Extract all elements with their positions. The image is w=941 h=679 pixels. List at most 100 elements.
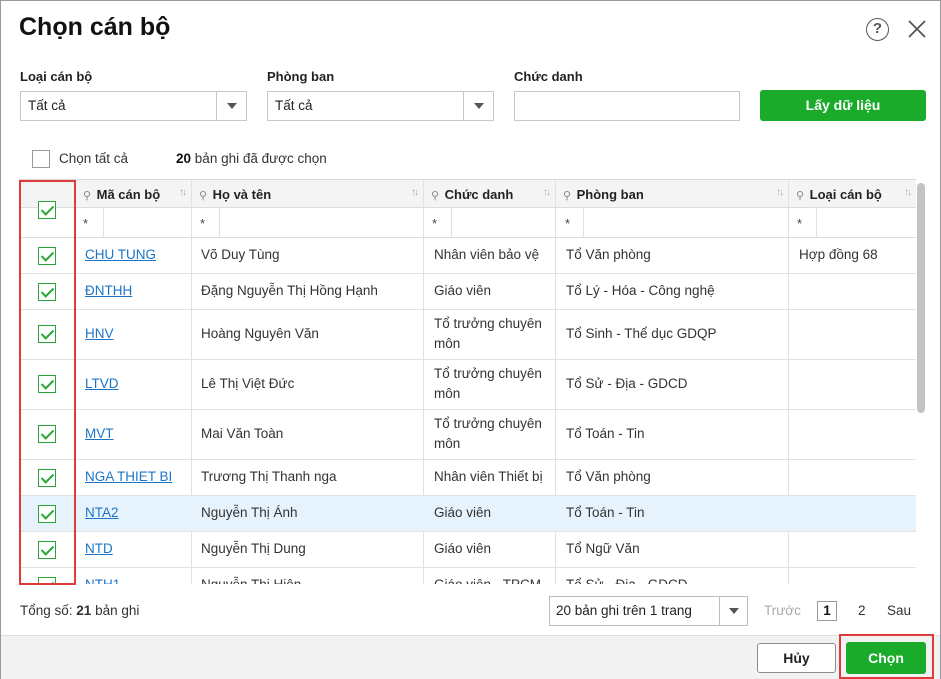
- page-1-button[interactable]: 1: [817, 601, 837, 621]
- col-header-ho-va-ten[interactable]: ⚲ Họ và tên ↑↓: [191, 180, 423, 208]
- staff-code-link[interactable]: MVT: [85, 424, 114, 444]
- table-row[interactable]: HNV Hoàng Nguyên Văn Tổ trưởng chuyên mô…: [19, 310, 916, 360]
- col-header-chuc-danh[interactable]: ⚲ Chức danh ↑↓: [423, 180, 555, 208]
- col-label: Phòng ban: [576, 187, 644, 202]
- pin-icon[interactable]: ⚲: [796, 189, 806, 202]
- table-row[interactable]: MVT Mai Văn Toàn Tổ trưởng chuyên môn Tổ…: [19, 410, 916, 460]
- staff-dept: Tổ Văn phòng: [566, 247, 651, 262]
- pin-icon[interactable]: ⚲: [431, 189, 441, 202]
- page-size-value: 20 bản ghi trên 1 trang: [556, 603, 692, 618]
- staff-title: Nhân viên Thiết bị: [434, 469, 543, 484]
- staff-name: Nguyễn Thị Dung: [201, 541, 306, 556]
- sort-icon[interactable]: ↑↓: [179, 187, 187, 198]
- staff-code-link[interactable]: NTA2: [85, 503, 119, 523]
- col-header-ma-can-bo[interactable]: ⚲ Mã cán bộ ↑↓: [75, 180, 191, 208]
- sort-icon[interactable]: ↑↓: [776, 187, 784, 198]
- filter-ho-va-ten[interactable]: *: [200, 216, 205, 231]
- filter-ma-can-bo[interactable]: *: [83, 216, 88, 231]
- filter-label-phong-ban: Phòng ban: [267, 69, 335, 84]
- staff-dept: Tổ Lý - Hóa - Công nghệ: [566, 283, 715, 298]
- staff-dept: Tổ Sinh - Thể dục GDQP: [566, 326, 717, 341]
- fetch-data-button[interactable]: Lấy dữ liệu: [760, 90, 926, 121]
- chevron-down-icon[interactable]: [719, 597, 747, 625]
- staff-name: Đặng Nguyễn Thị Hồng Hạnh: [201, 283, 378, 298]
- table-row[interactable]: LTVD Lê Thị Việt Đức Tổ trưởng chuyên mô…: [19, 360, 916, 410]
- staff-title: Giáo viên - TPCM: [434, 575, 541, 584]
- col-header-loai-can-bo[interactable]: ⚲ Loại cán bộ ↑↓: [788, 180, 916, 208]
- sort-icon[interactable]: ↑↓: [543, 187, 551, 198]
- grid-filter-row: [19, 208, 916, 238]
- staff-code-link[interactable]: HNV: [85, 324, 114, 344]
- chuc-danh-input[interactable]: [514, 91, 740, 121]
- filter-chuc-danh[interactable]: *: [432, 216, 437, 231]
- total-prefix: Tổng số:: [20, 603, 73, 618]
- staff-code-link[interactable]: NTH1: [85, 575, 120, 584]
- staff-title: Giáo viên: [434, 505, 492, 520]
- table-row[interactable]: NTD Nguyễn Thị Dung Giáo viên Tổ Ngữ Văn: [19, 532, 916, 568]
- phong-ban-value: Tất cả: [275, 98, 313, 113]
- staff-name: Võ Duy Tùng: [201, 247, 280, 262]
- staff-grid: ⚲ Mã cán bộ ↑↓ ⚲ Họ và tên ↑↓ ⚲ Chức dan…: [19, 179, 916, 584]
- pin-icon[interactable]: ⚲: [563, 189, 573, 202]
- staff-code-link[interactable]: NGA THIET BI: [85, 467, 172, 487]
- sort-icon[interactable]: ↑↓: [904, 187, 912, 198]
- staff-dept: Tổ Toán - Tin: [566, 505, 645, 520]
- select-all-label: Chọn tất cả: [59, 151, 129, 166]
- sort-icon[interactable]: ↑↓: [411, 187, 419, 198]
- staff-code-link[interactable]: ĐNTHH: [85, 281, 132, 301]
- prev-page-link[interactable]: Trước: [764, 603, 801, 618]
- staff-code-link[interactable]: CHU TUNG: [85, 245, 156, 265]
- staff-code-link[interactable]: NTD: [85, 539, 113, 559]
- staff-dept: Tổ Văn phòng: [566, 469, 651, 484]
- table-row[interactable]: CHU TUNG Võ Duy Tùng Nhân viên bảo vệ Tổ…: [19, 238, 916, 274]
- total-count: 21: [76, 603, 92, 618]
- close-icon[interactable]: [907, 19, 927, 39]
- page-size-select[interactable]: 20 bản ghi trên 1 trang: [549, 596, 748, 626]
- pin-icon[interactable]: ⚲: [199, 189, 209, 202]
- cancel-button[interactable]: Hủy: [757, 643, 836, 673]
- staff-dept: Tổ Ngữ Văn: [566, 541, 640, 556]
- staff-name: Mai Văn Toàn: [201, 426, 284, 441]
- staff-name: Trương Thị Thanh nga: [201, 469, 337, 484]
- col-label: Họ và tên: [212, 187, 272, 202]
- table-row[interactable]: ĐNTHH Đặng Nguyễn Thị Hồng Hạnh Giáo viê…: [19, 274, 916, 310]
- staff-code-link[interactable]: LTVD: [85, 374, 119, 394]
- pin-icon[interactable]: ⚲: [83, 189, 93, 202]
- staff-title: Nhân viên bảo vệ: [434, 247, 540, 262]
- loai-can-bo-value: Tất cả: [28, 98, 66, 113]
- chevron-down-icon[interactable]: [216, 92, 246, 120]
- next-page-link[interactable]: Sau: [887, 603, 911, 618]
- help-icon[interactable]: ?: [866, 18, 889, 41]
- staff-name: Nguyễn Thị Ánh: [201, 505, 298, 520]
- staff-name: Lê Thị Việt Đức: [201, 376, 295, 391]
- selected-count-label: 20 bản ghi đã được chọn: [176, 151, 327, 166]
- chevron-down-icon[interactable]: [463, 92, 493, 120]
- staff-type: Hợp đồng 68: [799, 247, 878, 262]
- table-row[interactable]: NGA THIET BI Trương Thị Thanh nga Nhân v…: [19, 460, 916, 496]
- staff-title: Giáo viên: [434, 541, 492, 556]
- selected-count-suffix: bản ghi đã được chọn: [194, 151, 327, 166]
- staff-name: Hoàng Nguyên Văn: [201, 326, 319, 341]
- staff-title: Tổ trưởng chuyên môn: [434, 416, 542, 451]
- staff-dept: Tổ Sử - Địa - GDCD: [566, 575, 688, 584]
- choose-button-highlight: [839, 634, 934, 679]
- col-header-phong-ban[interactable]: ⚲ Phòng ban ↑↓: [555, 180, 788, 208]
- table-row[interactable]: NTH1 Nguyễn Thị Hiện Giáo viên - TPCM Tổ…: [19, 568, 916, 584]
- filter-label-loai-can-bo: Loại cán bộ: [20, 69, 93, 84]
- select-all-checkbox[interactable]: [32, 150, 50, 168]
- staff-title: Tổ trưởng chuyên môn: [434, 316, 542, 351]
- select-staff-dialog: Chọn cán bộ ? Loại cán bộ Tất cả Phòng b…: [0, 0, 941, 679]
- checkbox-column-highlight: [19, 180, 76, 585]
- staff-dept: Tổ Sử - Địa - GDCD: [566, 376, 688, 391]
- col-label: Loại cán bộ: [809, 187, 882, 202]
- table-row[interactable]: NTA2 Nguyễn Thị Ánh Giáo viên Tổ Toán - …: [19, 496, 916, 532]
- dialog-title: Chọn cán bộ: [19, 13, 171, 41]
- filter-loai-can-bo[interactable]: *: [797, 216, 802, 231]
- loai-can-bo-select[interactable]: Tất cả: [20, 91, 247, 121]
- filter-phong-ban[interactable]: *: [565, 216, 570, 231]
- page-2-button[interactable]: 2: [858, 603, 866, 618]
- filter-label-chuc-danh: Chức danh: [514, 69, 583, 84]
- staff-name: Nguyễn Thị Hiện: [201, 575, 301, 584]
- grid-scrollbar[interactable]: [917, 183, 925, 413]
- phong-ban-select[interactable]: Tất cả: [267, 91, 494, 121]
